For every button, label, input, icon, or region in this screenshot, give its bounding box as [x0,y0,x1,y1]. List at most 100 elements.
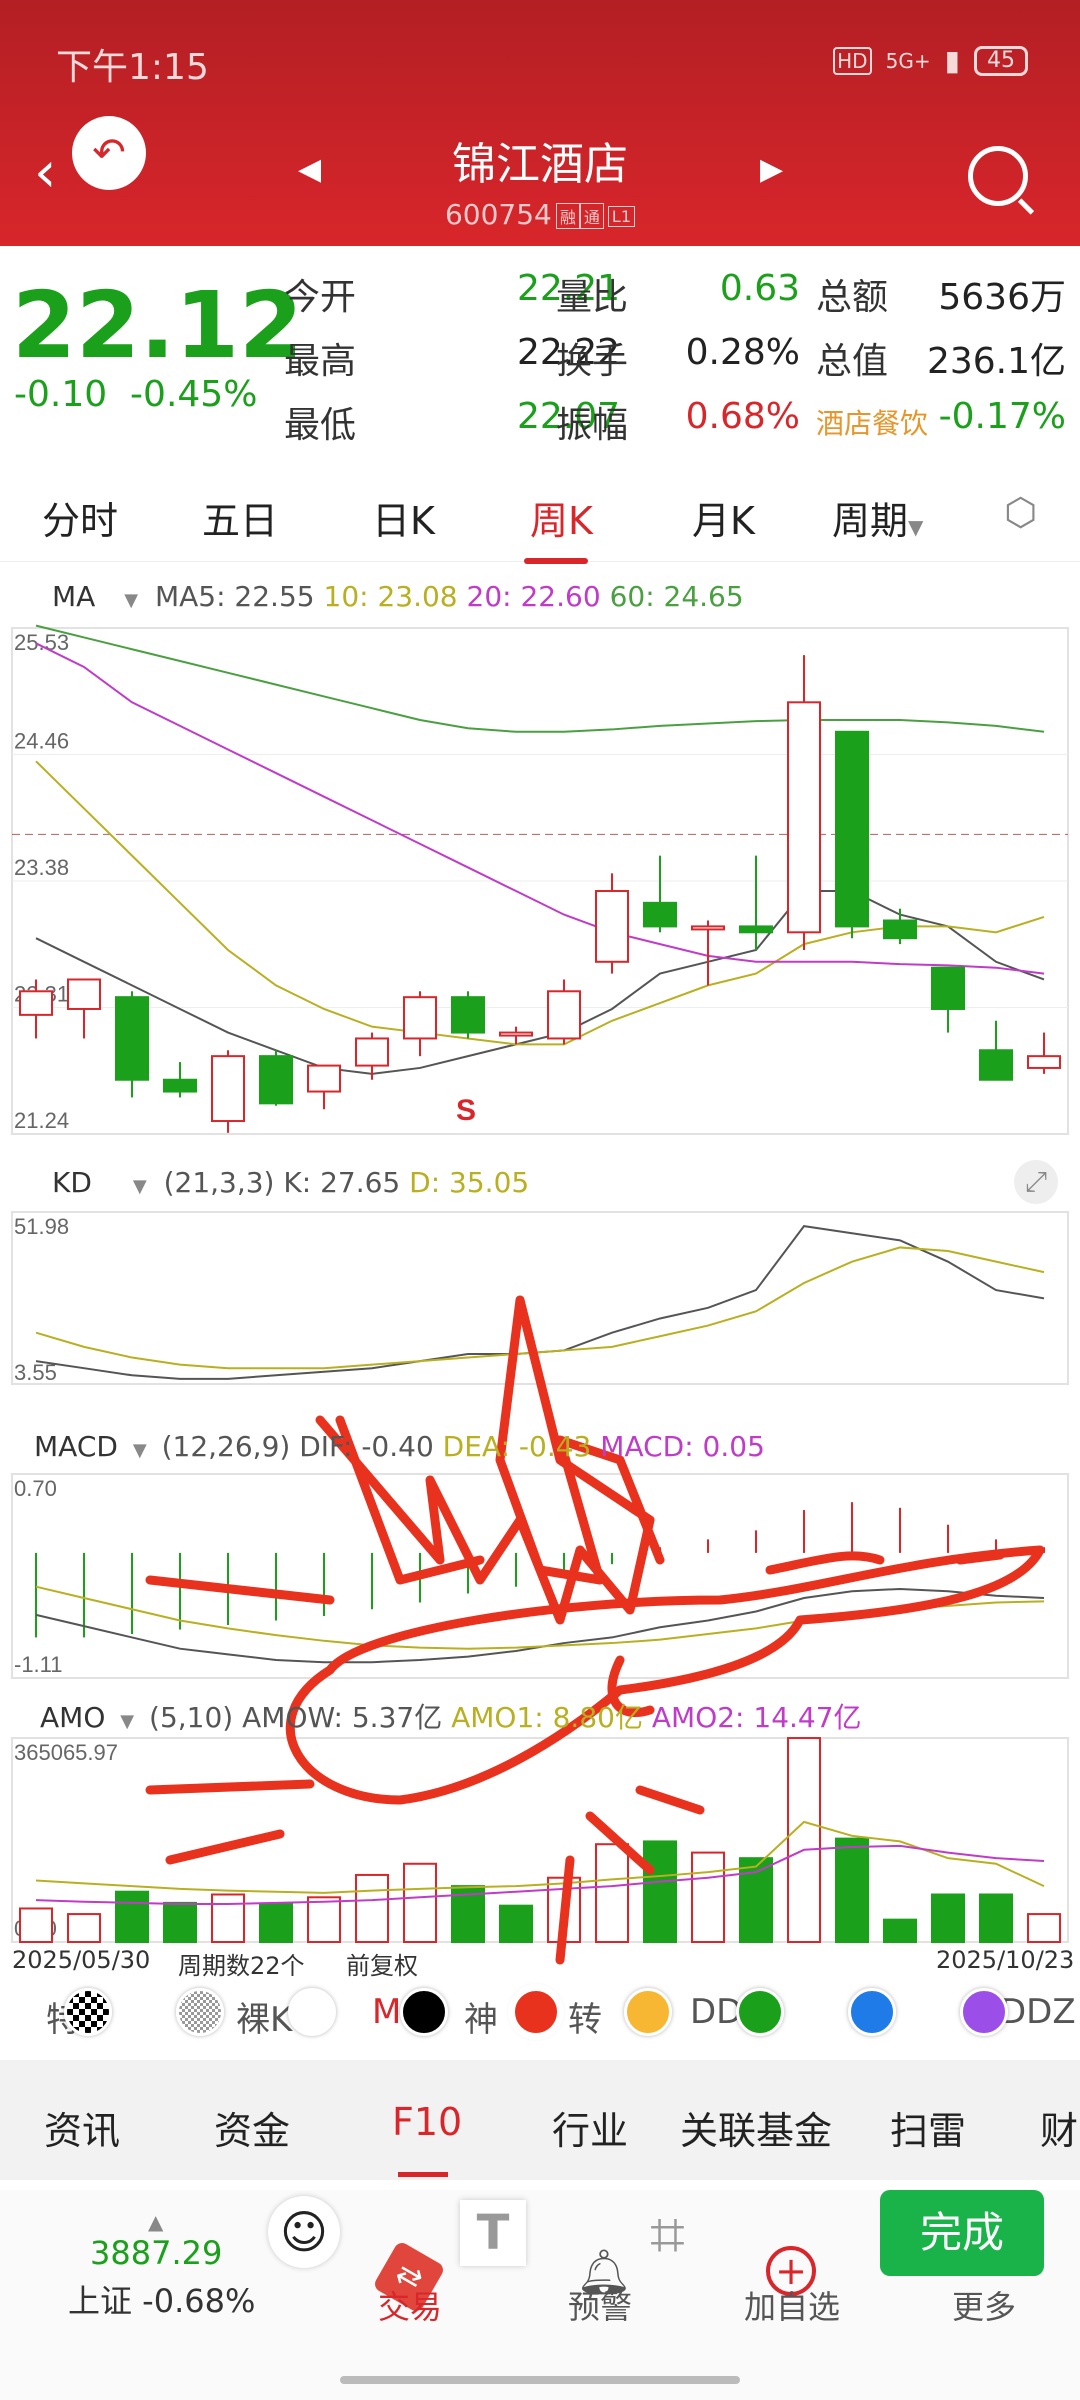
chevron-down-icon: ▼ [908,515,924,539]
indicator-tab-5[interactable]: DD [690,1992,742,2032]
done-button[interactable]: 完成 [880,2190,1044,2276]
hd-icon: HD [833,46,872,75]
info-tab-indicator [398,2172,448,2177]
info-tab-f10[interactable]: F10 [392,2100,462,2144]
candle-body [19,990,53,1016]
amo-bar [787,1737,821,1943]
kd-params: (21,3,3) [163,1166,275,1199]
candle-body [67,978,101,1010]
ma-legend[interactable]: MA ▼ MA5: 22.55 10: 23.08 20: 22.60 60: … [52,580,744,613]
color-blue-dot[interactable] [848,1988,896,2036]
candle-body [547,990,581,1040]
tab-month-k[interactable]: 月K [692,490,755,545]
amo-bar [835,1837,869,1944]
tab-week-k[interactable]: 周K [530,490,593,545]
chevron-down-icon: ▼ [132,1440,147,1461]
candle-body [355,1037,389,1067]
amo2-value: AMO2: 14.47亿 [651,1701,862,1734]
amo-bar [499,1904,533,1944]
color-green-dot[interactable] [736,1988,784,2036]
trade-label[interactable]: 交易 [378,2282,442,2328]
amo-legend[interactable]: AMO ▼ (5,10) AMOW: 5.37亿 AMO1: 8.80亿 AMO… [40,1696,862,1736]
kline-chart-area[interactable]: 25.5324.4623.3822.3121.24S51.983.550.70-… [0,560,1080,1980]
amo-bar [259,1903,293,1943]
info-tab-news[interactable]: 资讯 [44,2100,120,2155]
candle-body [115,996,149,1081]
info-tab-finance[interactable]: 财 [1040,2100,1078,2155]
status-icons: HD 5G+ ▮ 45 [833,44,1028,77]
add-watch-label[interactable]: 加自选 [744,2282,840,2328]
crop-icon[interactable]: ⌗ [650,2198,685,2272]
red-annotation-stroke [765,1551,885,1575]
indicator-tab-1[interactable]: 裸K [236,1992,292,2041]
candle-body [979,1049,1013,1081]
red-annotation-stroke [145,1575,335,1605]
indicator-tab-4[interactable]: 转 [568,1992,602,2041]
ma5-value: MA5: 22.55 [154,580,315,613]
tab-period[interactable]: 周期▼ [832,490,923,545]
red-annotation-stroke [165,1829,285,1865]
expand-icon[interactable]: ⤢ [1014,1160,1058,1204]
color-yellow-dot[interactable] [624,1988,672,2036]
ma-line [35,890,1045,1075]
info-tab-related-funds[interactable]: 关联基金 [680,2100,832,2155]
dif-line [35,1587,1045,1664]
bottom-dock: ▲ 3887.29 上证 -0.68% ☺ ⇄ 交易 T 🔔︎ 预警 ⌗ + 加… [0,2190,1080,2400]
macd-legend[interactable]: MACD ▼ (12,26,9) DIF: -0.40 DEA: -0.43 M… [34,1430,765,1463]
y-tick: -1.11 [14,1652,63,1677]
candle-body [259,1055,293,1105]
d-line [35,1246,1045,1370]
more-label[interactable]: 更多 [952,2282,1016,2328]
index-value[interactable]: 3887.29 [90,2234,222,2272]
status-time: 下午1:15 [56,47,209,88]
adjust-mode[interactable]: 前复权 [346,1946,418,1981]
index-label[interactable]: 上证 -0.68% [68,2276,255,2322]
candle-body [499,1031,533,1037]
tab-five-day[interactable]: 五日 [202,490,278,545]
amo-bar [163,1901,197,1944]
indicator-tab-2[interactable]: M [372,1992,401,2032]
sell-marker: S [456,1094,476,1127]
info-tab-risk[interactable]: 扫雷 [890,2100,966,2155]
indicator-tab-7[interactable]: DDZ [1000,1992,1076,2032]
y-tick: 23.38 [14,855,69,880]
candle-body [211,1055,245,1123]
sticker-icon[interactable]: ☺ [268,2196,340,2268]
indicator-tab-3[interactable]: 神 [464,1992,498,2041]
info-tab-industry[interactable]: 行业 [552,2100,628,2155]
next-stock-icon[interactable]: ▶ [760,152,783,187]
tab-day-k[interactable]: 日K [372,490,435,545]
info-tab-funds[interactable]: 资金 [214,2100,290,2155]
red-annotation-stroke [285,1545,1045,1805]
macd-value: MACD: 0.05 [600,1430,765,1463]
red-annotation-stroke [555,1855,575,1965]
text-tool-icon[interactable]: T [460,2200,526,2266]
amo-params: (5,10) [149,1701,234,1734]
home-indicator[interactable] [340,2376,740,2384]
stock-code: 600754 融通 L1 [0,198,1080,231]
mosaic-brush-icon[interactable] [64,1988,112,2036]
color-black-dot[interactable] [400,1988,448,2036]
color-red-dot[interactable] [512,1988,560,2036]
signal-icon: 5G+ [885,48,931,73]
settings-hex-icon[interactable]: ⬡ [1004,490,1037,534]
triangle-up-icon: ▲ [148,2210,164,2234]
search-icon[interactable] [968,146,1028,206]
period-count: 周期数22个 [178,1952,305,1980]
tab-fenshi[interactable]: 分时 [42,490,118,545]
k-value: K: 27.65 [283,1166,401,1199]
amo-bar [931,1893,965,1943]
candle-body [643,901,677,928]
quote-value: 236.1亿 [926,341,1066,382]
blur-brush-icon[interactable] [176,1988,224,2036]
red-annotation-stroke [635,1785,705,1815]
info-tabs: 资讯 资金 F10 行业 关联基金 扫雷 财 [0,2060,1080,2180]
dea-value: DEA: -0.43 [442,1430,592,1463]
ma-line [35,624,1045,733]
alert-label[interactable]: 预警 [568,2282,632,2328]
kd-legend[interactable]: KD ▼ (21,3,3) K: 27.65 D: 35.05 [52,1166,529,1199]
candle-body [307,1064,341,1093]
color-white-dot[interactable] [288,1988,336,2036]
color-purple-dot[interactable] [960,1988,1008,2036]
chevron-down-icon: ▼ [120,1711,135,1732]
